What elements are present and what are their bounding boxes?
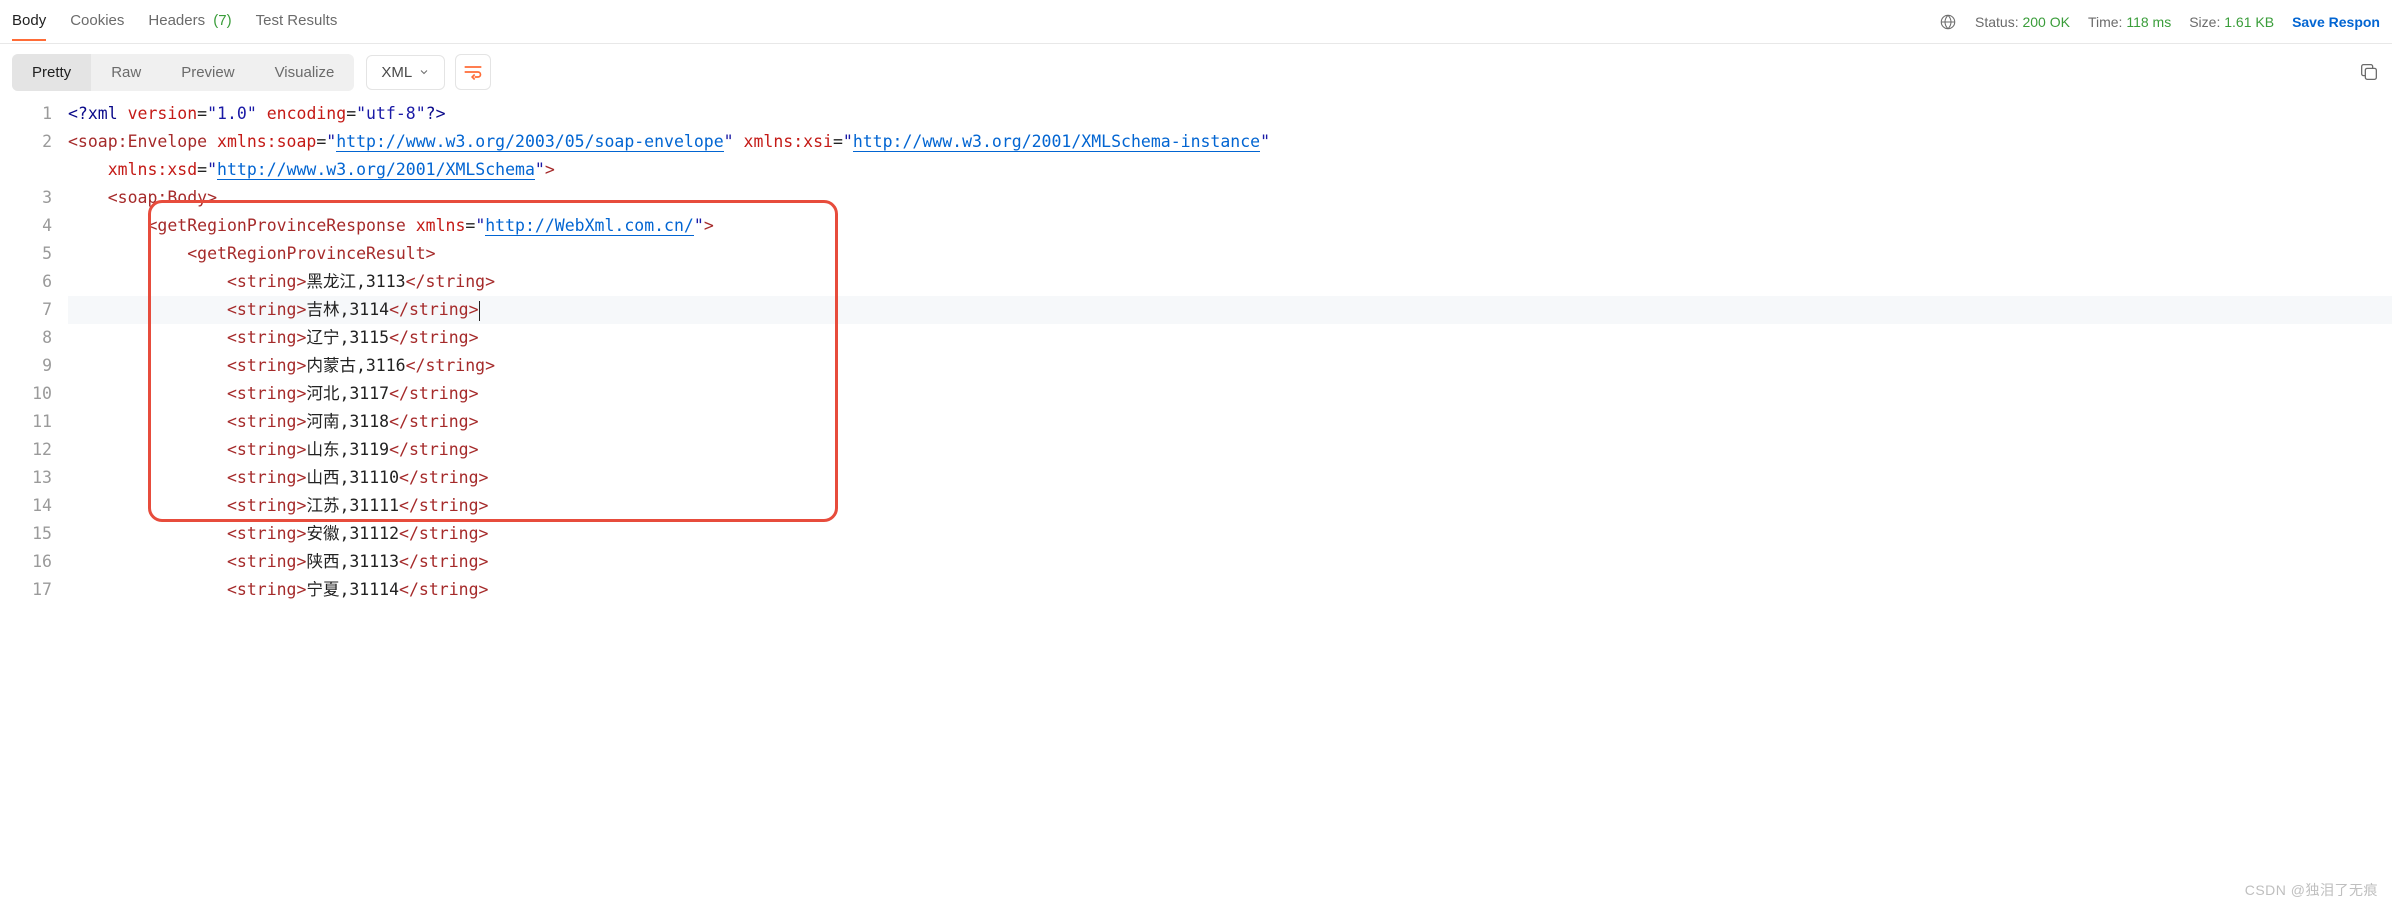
code-body[interactable]: <?xml version="1.0" encoding="utf-8"?><s… xyxy=(68,100,2392,604)
code-area: 1234567891011121314151617 <?xml version=… xyxy=(0,100,2392,604)
text-cursor xyxy=(479,301,480,321)
size-block: Size: 1.61 KB xyxy=(2189,14,2274,30)
code-line: <string>山东,3119</string> xyxy=(68,436,2392,464)
code-line: <soap:Envelope xmlns:soap="http://www.w3… xyxy=(68,128,2392,156)
code-line: <string>河南,3118</string> xyxy=(68,408,2392,436)
code-line: <string>黑龙江,3113</string> xyxy=(68,268,2392,296)
line-number: 8 xyxy=(0,324,52,352)
line-number xyxy=(0,156,52,184)
view-tab-visualize[interactable]: Visualize xyxy=(255,54,355,91)
size-label: Size: xyxy=(2189,14,2220,30)
format-select-value: XML xyxy=(381,64,412,81)
line-number: 10 xyxy=(0,380,52,408)
copy-icon[interactable] xyxy=(2358,61,2380,83)
code-line: <string>吉林,3114</string> xyxy=(68,296,2392,324)
view-tab-preview[interactable]: Preview xyxy=(161,54,254,91)
line-number: 15 xyxy=(0,520,52,548)
code-line: <string>宁夏,31114</string> xyxy=(68,576,2392,604)
code-line: <string>内蒙古,3116</string> xyxy=(68,352,2392,380)
code-line: <soap:Body> xyxy=(68,184,2392,212)
save-response-button[interactable]: Save Respon xyxy=(2292,14,2380,30)
line-number: 1 xyxy=(0,100,52,128)
wrap-icon xyxy=(463,64,483,80)
line-number: 13 xyxy=(0,464,52,492)
line-number: 7 xyxy=(0,296,52,324)
line-number: 16 xyxy=(0,548,52,576)
tab-body[interactable]: Body xyxy=(12,2,46,41)
status-label: Status: xyxy=(1975,14,2019,30)
response-tabs-row: Body Cookies Headers (7) Test Results St… xyxy=(0,0,2392,44)
line-number: 5 xyxy=(0,240,52,268)
status-value: 200 OK xyxy=(2022,14,2069,30)
time-value: 118 ms xyxy=(2126,14,2171,30)
line-number: 2 xyxy=(0,128,52,156)
code-line: <getRegionProvinceResponse xmlns="http:/… xyxy=(68,212,2392,240)
code-line: <string>河北,3117</string> xyxy=(68,380,2392,408)
line-number: 14 xyxy=(0,492,52,520)
size-value: 1.61 KB xyxy=(2224,14,2274,30)
view-mode-tabs: Pretty Raw Preview Visualize xyxy=(12,54,354,91)
code-line: <string>辽宁,3115</string> xyxy=(68,324,2392,352)
view-tab-pretty[interactable]: Pretty xyxy=(12,54,91,91)
code-line: xmlns:xsd="http://www.w3.org/2001/XMLSch… xyxy=(68,156,2392,184)
view-tab-raw[interactable]: Raw xyxy=(91,54,161,91)
watermark-text: CSDN @独泪了无痕 xyxy=(2245,880,2378,900)
line-number: 4 xyxy=(0,212,52,240)
line-number: 6 xyxy=(0,268,52,296)
response-meta: Status: 200 OK Time: 118 ms Size: 1.61 K… xyxy=(1939,13,2380,31)
status-block: Status: 200 OK xyxy=(1975,14,2070,30)
code-line: <?xml version="1.0" encoding="utf-8"?> xyxy=(68,100,2392,128)
tab-headers-count: (7) xyxy=(213,12,231,29)
wrap-lines-button[interactable] xyxy=(455,54,491,90)
time-label: Time: xyxy=(2088,14,2122,30)
line-number: 12 xyxy=(0,436,52,464)
code-line: <getRegionProvinceResult> xyxy=(68,240,2392,268)
tab-test-results[interactable]: Test Results xyxy=(256,2,338,41)
tab-headers-label: Headers xyxy=(148,12,205,29)
line-number: 9 xyxy=(0,352,52,380)
time-block: Time: 118 ms xyxy=(2088,14,2171,30)
format-select[interactable]: XML xyxy=(366,55,445,90)
chevron-down-icon xyxy=(418,66,430,78)
code-line: <string>安徽,31112</string> xyxy=(68,520,2392,548)
globe-icon[interactable] xyxy=(1939,13,1957,31)
line-number: 17 xyxy=(0,576,52,604)
tab-cookies[interactable]: Cookies xyxy=(70,2,124,41)
tab-headers[interactable]: Headers (7) xyxy=(148,2,231,41)
line-number: 11 xyxy=(0,408,52,436)
response-toolbar-row: Pretty Raw Preview Visualize XML xyxy=(0,44,2392,100)
line-number-gutter: 1234567891011121314151617 xyxy=(0,100,68,604)
line-number: 3 xyxy=(0,184,52,212)
response-tabs: Body Cookies Headers (7) Test Results xyxy=(12,2,337,41)
code-line: <string>江苏,31111</string> xyxy=(68,492,2392,520)
code-line: <string>山西,31110</string> xyxy=(68,464,2392,492)
code-line: <string>陕西,31113</string> xyxy=(68,548,2392,576)
